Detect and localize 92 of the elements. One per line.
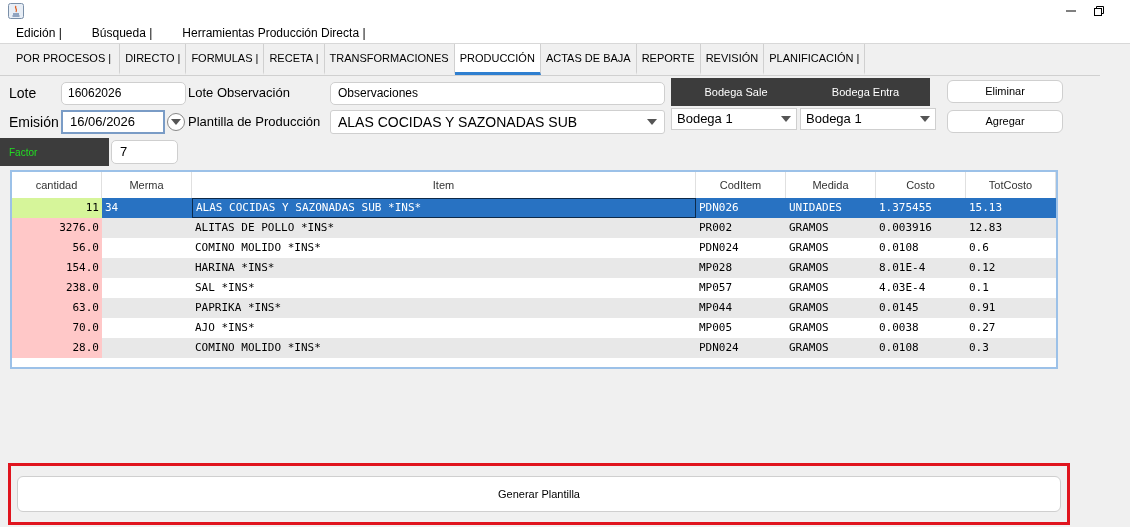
column-label: Bodega Entra: [830, 84, 901, 100]
table-row[interactable]: 63.0 PAPRIKA *INS* MP044 GRAMOS 0.0145 0.91: [12, 298, 1056, 318]
column-header[interactable]: Item: [192, 172, 696, 198]
table-cell-text: COMINO MOLIDO *INS*: [194, 339, 322, 356]
factor-label: Factor: [0, 138, 109, 166]
action-button[interactable]: Agregar: [947, 110, 1063, 133]
table-cell: 63.0: [12, 298, 102, 318]
restore-icon[interactable]: [1094, 6, 1104, 16]
table-cell-text: PDN024: [698, 239, 740, 256]
table-cell: 3276.0: [12, 218, 102, 238]
table-cell-text: 0.6: [968, 239, 990, 256]
table-cell-text: 0.0108: [878, 239, 920, 256]
table-cell-text: ALITAS DE POLLO *INS*: [194, 219, 336, 236]
table-cell-text: 0.0108: [878, 339, 920, 356]
table-cell-text: 34: [104, 199, 120, 216]
table-row[interactable]: 3276.0 ALITAS DE POLLO *INS* PR002 GRAMOS 0.003916 12.83: [12, 218, 1056, 238]
tab[interactable]: TRANSFORMACIONES: [324, 44, 455, 75]
input-field[interactable]: Observaciones: [330, 81, 665, 105]
action-button[interactable]: Eliminar: [947, 80, 1063, 103]
table-cell: 56.0: [12, 238, 102, 258]
table-cell-text: 0.3: [968, 339, 990, 356]
table-cell-text: MP057: [698, 279, 734, 296]
menu-item[interactable]: Herramientas Producción Directa |: [182, 23, 366, 42]
table-cell-text: GRAMOS: [788, 299, 830, 316]
table-cell-text: GRAMOS: [788, 319, 830, 336]
table-cell-text: 0.1: [968, 279, 990, 296]
date-dropdown-button[interactable]: [167, 113, 185, 131]
table-row[interactable]: 11 34 ALAS COCIDAS Y SAZONADAS SUB *INS* PDN026 UNIDADES 1.375455 15.13: [12, 198, 1056, 218]
table-cell-text: GRAMOS: [788, 239, 830, 256]
field-label: Lote: [9, 83, 38, 103]
generate-button[interactable]: Generar Plantilla: [17, 476, 1061, 512]
table-cell-text: 0.0145: [878, 299, 920, 316]
menu-item[interactable]: Edición |: [16, 23, 62, 42]
table-cell-text: MP044: [698, 299, 734, 316]
field-label: Emisión: [9, 112, 60, 132]
table-cell-text: PR002: [698, 219, 734, 236]
table-cell-text: UNIDADES: [788, 199, 843, 216]
table-cell-text: GRAMOS: [788, 339, 830, 356]
table-cell-text: PAPRIKA *INS*: [194, 299, 283, 316]
caret-icon: [920, 116, 930, 122]
tab[interactable]: RECETA |: [264, 44, 325, 75]
table-cell-text: GRAMOS: [788, 279, 830, 296]
caret-icon: [781, 116, 791, 122]
input-field[interactable]: 7: [111, 140, 178, 164]
table-cell-text: COMINO MOLIDO *INS*: [194, 239, 322, 256]
table-cell-text: 8.01E-4: [878, 259, 927, 276]
table-cell: 154.0: [12, 258, 102, 278]
table-row[interactable]: 28.0 COMINO MOLIDO *INS* PDN024 GRAMOS 0.0108 0.3: [12, 338, 1056, 358]
tab[interactable]: REPORTE: [636, 44, 701, 75]
menu-item[interactable]: Búsqueda |: [91, 23, 153, 42]
table-cell-text: GRAMOS: [788, 219, 830, 236]
field-label: Plantilla de Producción: [188, 113, 322, 132]
table-row[interactable]: 154.0 HARINA *INS* MP028 GRAMOS 8.01E-4 0.12: [12, 258, 1056, 278]
table-cell-text: PDN026: [698, 199, 740, 216]
table-cell-text: 15.13: [968, 199, 1004, 216]
app-icon: [8, 3, 24, 19]
table-cell-text: MP028: [698, 259, 734, 276]
table-cell-text: 12.83: [968, 219, 1004, 236]
tab[interactable]: DIRECTO |: [120, 44, 187, 75]
table-cell-text: HARINA *INS*: [194, 259, 276, 276]
tab[interactable]: ACTAS DE BAJA: [540, 44, 637, 75]
table-cell: 11: [12, 198, 102, 218]
table-cell: 70.0: [12, 318, 102, 338]
table-cell-text: SAL *INS*: [194, 279, 256, 296]
tab[interactable]: PRODUCCIÓN: [454, 44, 541, 75]
table-cell-text: 0.27: [968, 319, 997, 336]
column-label: Bodega Sale: [703, 84, 769, 100]
tab[interactable]: PLANIFICACIÓN |: [764, 44, 866, 75]
table-cell-text: MP005: [698, 319, 734, 336]
warehouse-dropdown[interactable]: Bodega 1: [800, 108, 936, 130]
field-label: Lote Observación: [188, 84, 291, 103]
table-cell-text: GRAMOS: [788, 259, 830, 276]
table-cell-text: 0.0038: [878, 319, 920, 336]
table-cell-text: 4.03E-4: [878, 279, 927, 296]
table-cell-text: 0.91: [968, 299, 997, 316]
input-field[interactable]: 16062026: [61, 81, 186, 105]
caret-icon: [171, 119, 181, 125]
table-cell-text: 0.003916: [878, 219, 933, 236]
table-cell: 238.0: [12, 278, 102, 298]
table-cell: ALAS COCIDAS Y SAZONADAS SUB *INS*: [192, 198, 696, 218]
tab[interactable]: REVISIÓN: [700, 44, 765, 75]
table-cell-text: PDN024: [698, 339, 740, 356]
date-field[interactable]: 16/06/2026: [61, 110, 165, 134]
table-cell-text: AJO *INS*: [194, 319, 256, 336]
table-cell: 28.0: [12, 338, 102, 358]
caret-icon: [647, 119, 657, 125]
table-cell-text: 0.12: [968, 259, 997, 276]
tab[interactable]: POR PROCESOS |: [0, 44, 121, 75]
tab[interactable]: FORMULAS |: [186, 44, 265, 75]
table-cell-text: 1.375455: [878, 199, 933, 216]
template-dropdown[interactable]: ALAS COCIDAS Y SAZONADAS SUB: [330, 110, 665, 134]
warehouse-dropdown[interactable]: Bodega 1: [671, 108, 797, 130]
